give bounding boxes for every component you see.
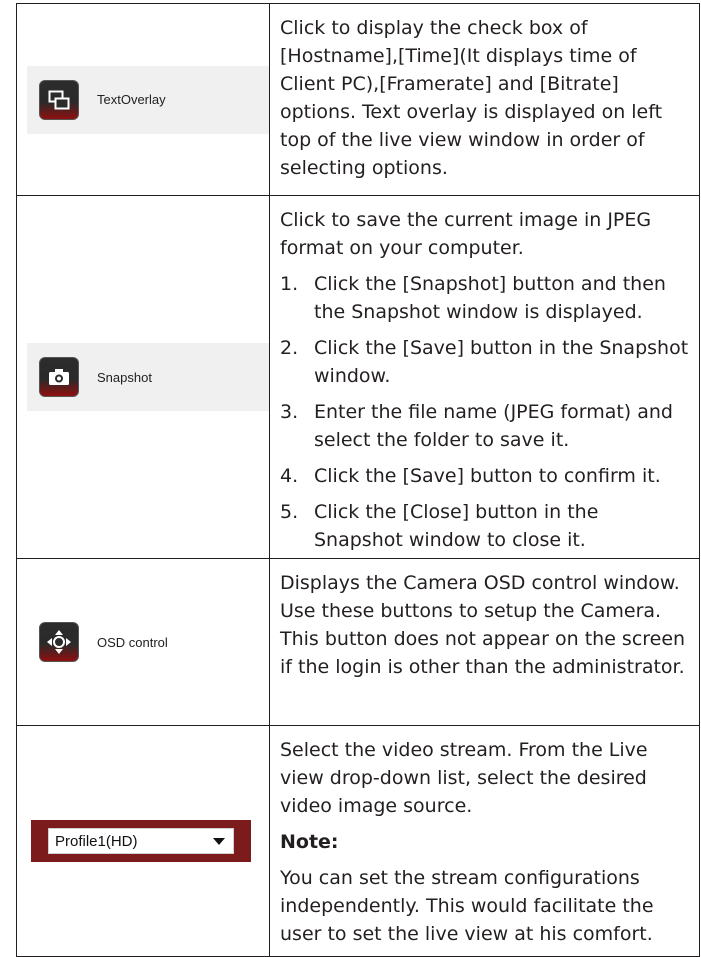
snapshot-label: Snapshot [97, 369, 152, 385]
table-row: Snapshot Click to save the current image… [16, 195, 700, 559]
snapshot-steps: 1. Click the [Snapshot] button and then t… [280, 270, 689, 554]
textoverlay-button[interactable]: TextOverlay [27, 65, 269, 134]
camera-icon [39, 357, 79, 397]
list-item: 1. Click the [Snapshot] button and then t… [280, 273, 666, 323]
overlay-icon [39, 79, 79, 120]
profile-select-container: Profile1(HD) [31, 820, 251, 862]
button-cell: Profile1(HD) [16, 725, 270, 957]
snapshot-description: Click to save the current image in JPEG … [280, 209, 652, 259]
button-cell: OSD control [16, 558, 270, 726]
list-item: 4. Click the [Save] button to confirm it. [280, 465, 661, 487]
stream-description: Select the video stream. From the Live v… [280, 739, 648, 817]
profile-dropdown[interactable]: Profile1(HD) [48, 828, 234, 854]
snapshot-button[interactable]: Snapshot [27, 343, 269, 411]
button-cell: TextOverlay [16, 3, 270, 196]
feature-table: TextOverlay Click to display the check b… [16, 3, 700, 957]
chevron-down-icon [213, 837, 225, 845]
osd-control-button[interactable]: OSD control [27, 608, 269, 676]
note-title: Note: [280, 831, 339, 853]
list-item: 5. Click the [Close] button in the Snapsh… [280, 501, 599, 551]
button-cell: Snapshot [16, 195, 270, 559]
list-item: 3. Enter the file name (JPEG format) and … [280, 401, 673, 451]
osd-control-label: OSD control [97, 634, 168, 650]
table-row: Profile1(HD) Select the video stream. Fr… [16, 725, 700, 957]
table-row: OSD control Displays the Camera OSD cont… [16, 558, 700, 726]
osd-control-icon [39, 622, 79, 662]
osd-control-description: Displays the Camera OSD control window. … [280, 572, 686, 678]
textoverlay-description: Click to display the check box of [Hostn… [280, 17, 663, 179]
description-cell: Select the video stream. From the Live v… [269, 725, 700, 957]
description-cell: Click to display the check box of [Hostn… [269, 3, 700, 196]
note-text: You can set the stream configurations in… [280, 867, 654, 945]
table-row: TextOverlay Click to display the check b… [16, 3, 700, 196]
list-item: 2. Click the [Save] button in the Snapsho… [280, 337, 689, 387]
textoverlay-label: TextOverlay [97, 92, 166, 107]
profile-selected-value: Profile1(HD) [55, 832, 138, 850]
description-cell: Click to save the current image in JPEG … [269, 195, 700, 559]
description-cell: Displays the Camera OSD control window. … [269, 558, 700, 726]
